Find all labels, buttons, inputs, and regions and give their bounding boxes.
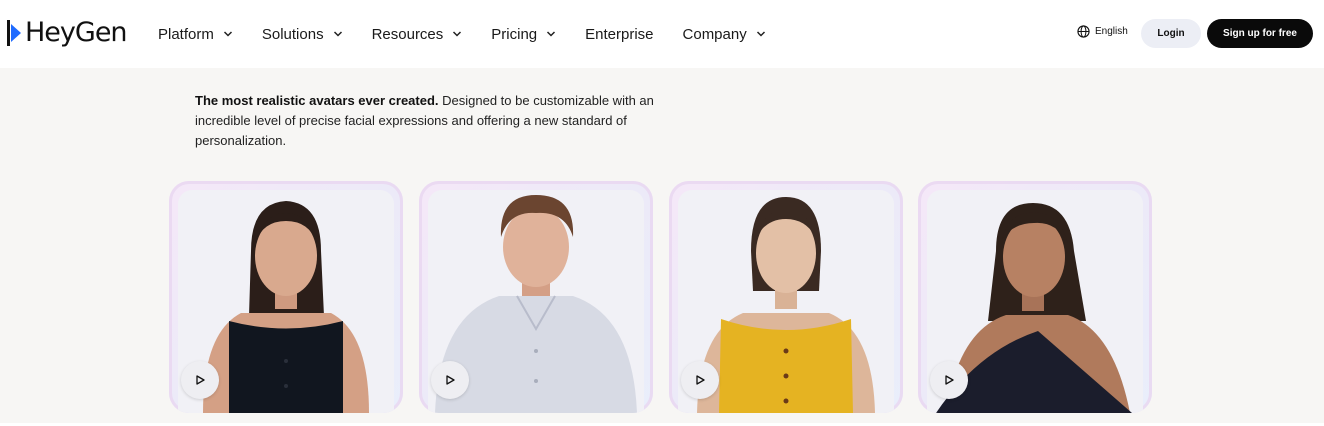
play-button[interactable]	[181, 361, 219, 399]
nav-pricing[interactable]: Pricing	[491, 26, 556, 43]
avatar-card[interactable]	[169, 181, 403, 413]
intro-bold-text: The most realistic avatars ever created.	[195, 93, 439, 108]
intro-paragraph: The most realistic avatars ever created.…	[195, 91, 655, 151]
nav-company-label: Company	[682, 25, 747, 43]
logo-wordmark: HeyGen	[25, 17, 128, 48]
nav-resources-label: Resources	[371, 25, 444, 43]
language-label: English	[1095, 26, 1128, 37]
nav-platform-label: Platform	[158, 25, 214, 43]
play-icon	[446, 375, 455, 385]
chevron-down-icon	[453, 31, 462, 37]
chevron-down-icon	[756, 31, 765, 37]
heygen-logo[interactable]: HeyGen	[7, 17, 128, 49]
chevron-down-icon	[547, 31, 556, 37]
language-selector[interactable]: English	[1077, 25, 1128, 38]
avatar-card[interactable]	[419, 181, 653, 413]
play-icon	[696, 375, 705, 385]
play-icon	[196, 375, 205, 385]
nav-platform[interactable]: Platform	[158, 26, 233, 43]
avatar-card[interactable]	[669, 181, 903, 413]
nav-enterprise[interactable]: Enterprise	[585, 26, 653, 43]
nav-company[interactable]: Company	[683, 26, 766, 43]
top-navigation-bar: HeyGen Platform Solutions Resources Pric…	[0, 0, 1324, 68]
nav-resources[interactable]: Resources	[372, 26, 463, 43]
play-button[interactable]	[681, 361, 719, 399]
chevron-down-icon	[223, 31, 232, 37]
logo-play-mark	[7, 18, 23, 48]
globe-icon	[1077, 25, 1090, 38]
nav-solutions[interactable]: Solutions	[262, 26, 343, 43]
chevron-down-icon	[333, 31, 342, 37]
play-button[interactable]	[431, 361, 469, 399]
nav-pricing-label: Pricing	[491, 25, 538, 43]
play-button[interactable]	[930, 361, 968, 399]
nav-solutions-label: Solutions	[261, 25, 324, 43]
signup-button[interactable]: Sign up for free	[1207, 19, 1313, 48]
main-nav: Platform Solutions Resources Pricing Ent…	[158, 22, 795, 46]
nav-enterprise-label: Enterprise	[585, 25, 654, 43]
play-icon	[945, 375, 954, 385]
login-button[interactable]: Login	[1141, 19, 1201, 48]
avatar-card[interactable]	[918, 181, 1152, 413]
